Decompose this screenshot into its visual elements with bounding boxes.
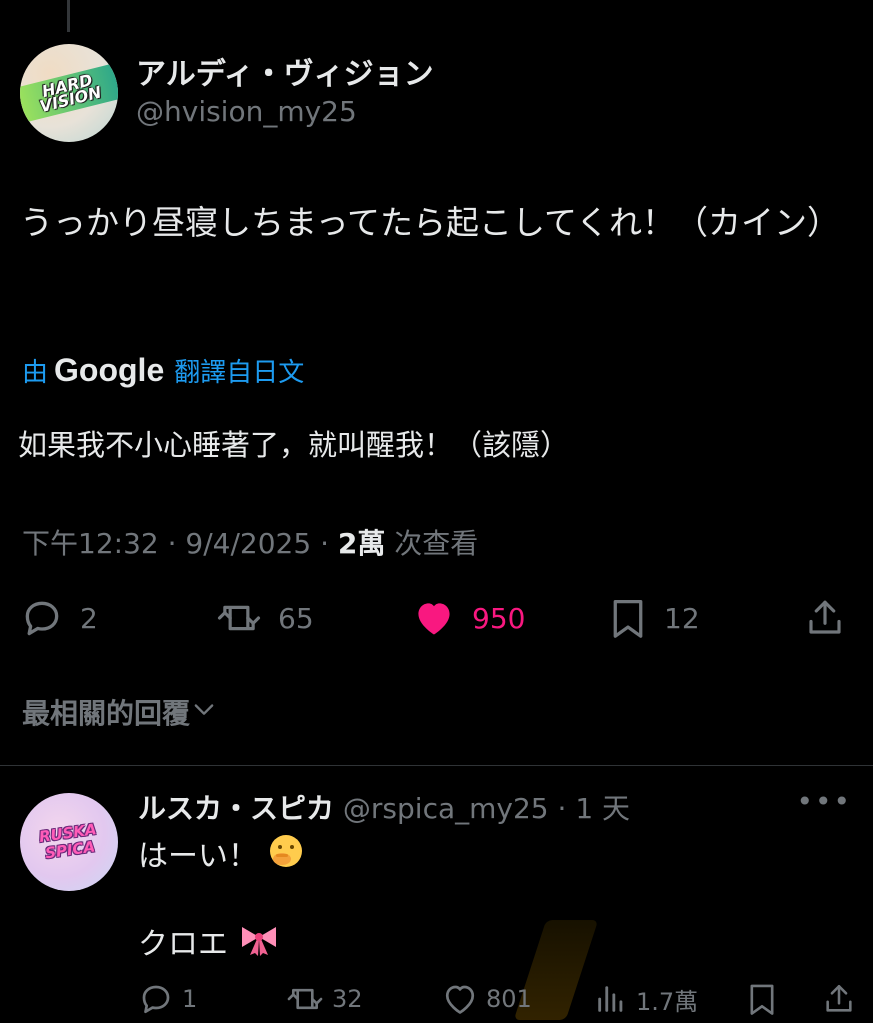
- divider: [0, 765, 873, 766]
- reply-body: はーい！ クロエ: [138, 833, 304, 965]
- reply-views-button[interactable]: 1.7萬: [594, 981, 698, 1017]
- reply-repost-button[interactable]: 32: [286, 981, 363, 1017]
- more-options-icon[interactable]: •••: [796, 785, 852, 818]
- tweet-text: うっかり昼寝しちまってたら起こしてくれ！（カイン）: [20, 203, 841, 242]
- reply-line: はーい！: [138, 833, 304, 877]
- chevron-down-icon: [190, 695, 218, 730]
- reply-line: クロエ: [138, 921, 304, 965]
- reply-header: ルスカ・スピカ @rspica_my25 · 1 天: [138, 787, 630, 827]
- reply-display-name[interactable]: ルスカ・スピカ: [138, 792, 334, 825]
- reply-line-1: はーい！: [138, 839, 258, 874]
- reply-repost-count: 32: [332, 985, 363, 1013]
- reply-button[interactable]: 2: [20, 596, 98, 640]
- heart-filled-icon: [412, 596, 456, 640]
- author-avatar-logo: HARD VISION: [20, 63, 118, 123]
- heart-icon: [442, 981, 478, 1017]
- reply-sort-dropdown[interactable]: 最相關的回覆: [22, 692, 218, 732]
- hand-over-mouth-emoji: [268, 833, 304, 882]
- reply-icon: [138, 981, 174, 1017]
- tweet-time[interactable]: 下午12:32: [22, 527, 159, 560]
- google-logo: Google: [54, 352, 165, 388]
- reply-bookmark-button[interactable]: [746, 981, 778, 1017]
- reply-like-button[interactable]: 801: [442, 981, 532, 1017]
- views-count[interactable]: 2萬: [338, 527, 385, 560]
- tweet-author: HARD VISION アルディ・ヴィジョン @hvision_my25: [20, 44, 434, 142]
- author-avatar[interactable]: HARD VISION: [20, 44, 118, 142]
- bookmark-icon: [746, 981, 778, 1017]
- reply-handle[interactable]: @rspica_my25: [343, 792, 549, 825]
- author-display-name[interactable]: アルディ・ヴィジョン: [136, 56, 434, 94]
- repost-button[interactable]: 65: [216, 596, 314, 640]
- reply-sort-label: 最相關的回覆: [22, 697, 191, 730]
- meta-separator: ·: [167, 527, 186, 560]
- like-button[interactable]: 950: [412, 596, 525, 640]
- meta-separator: ·: [320, 527, 338, 560]
- reply-share-button[interactable]: [822, 981, 856, 1017]
- thread-connector-line: [67, 0, 70, 32]
- reply-views-count: 1.7萬: [636, 987, 699, 1016]
- share-icon: [804, 596, 846, 640]
- repost-icon: [286, 981, 324, 1017]
- repost-count: 65: [278, 601, 314, 635]
- repost-icon: [216, 596, 262, 640]
- reply-line-2: クロエ: [138, 927, 228, 962]
- reply-icon: [20, 596, 64, 640]
- reply-avatar-logo: RUSKA SPICA: [37, 820, 98, 863]
- bookmark-icon: [608, 596, 648, 640]
- ribbon-emoji: [238, 921, 280, 970]
- translation-source-link[interactable]: 翻譯自日文: [174, 352, 304, 389]
- reply-actions: 1 32 801 1.7萬: [138, 981, 858, 1021]
- reply-separator: ·: [548, 792, 576, 825]
- reply-avatar[interactable]: RUSKA SPICA: [20, 793, 118, 891]
- share-button[interactable]: [804, 596, 846, 640]
- bookmark-count: 12: [664, 601, 700, 635]
- tweet-date[interactable]: 9/4/2025: [185, 527, 311, 560]
- author-handle[interactable]: @hvision_my25: [136, 94, 434, 130]
- reply-reply-button[interactable]: 1: [138, 981, 197, 1017]
- tweet-actions: 2 65 950 12: [20, 596, 850, 646]
- reply-reply-count: 1: [182, 985, 198, 1013]
- bookmark-button[interactable]: 12: [608, 596, 700, 640]
- like-count: 950: [472, 601, 526, 635]
- translation-attribution: 由 Google 翻譯自日文: [22, 352, 304, 389]
- reply-blank-line: [138, 877, 304, 921]
- translated-text: 如果我不小心睡著了，就叫醒我！（該隱）: [18, 428, 570, 462]
- views-label: 次查看: [394, 527, 479, 560]
- bar-chart-icon: [594, 981, 628, 1017]
- reply-time[interactable]: 1 天: [575, 792, 630, 825]
- tweet-meta: 下午12:32 · 9/4/2025 · 2萬 次查看: [22, 522, 478, 562]
- reply-like-count: 801: [486, 985, 532, 1013]
- share-icon: [822, 981, 856, 1017]
- author-names: アルディ・ヴィジョン @hvision_my25: [136, 56, 434, 130]
- reply-count: 2: [80, 601, 98, 635]
- translation-prefix: 由: [22, 358, 49, 388]
